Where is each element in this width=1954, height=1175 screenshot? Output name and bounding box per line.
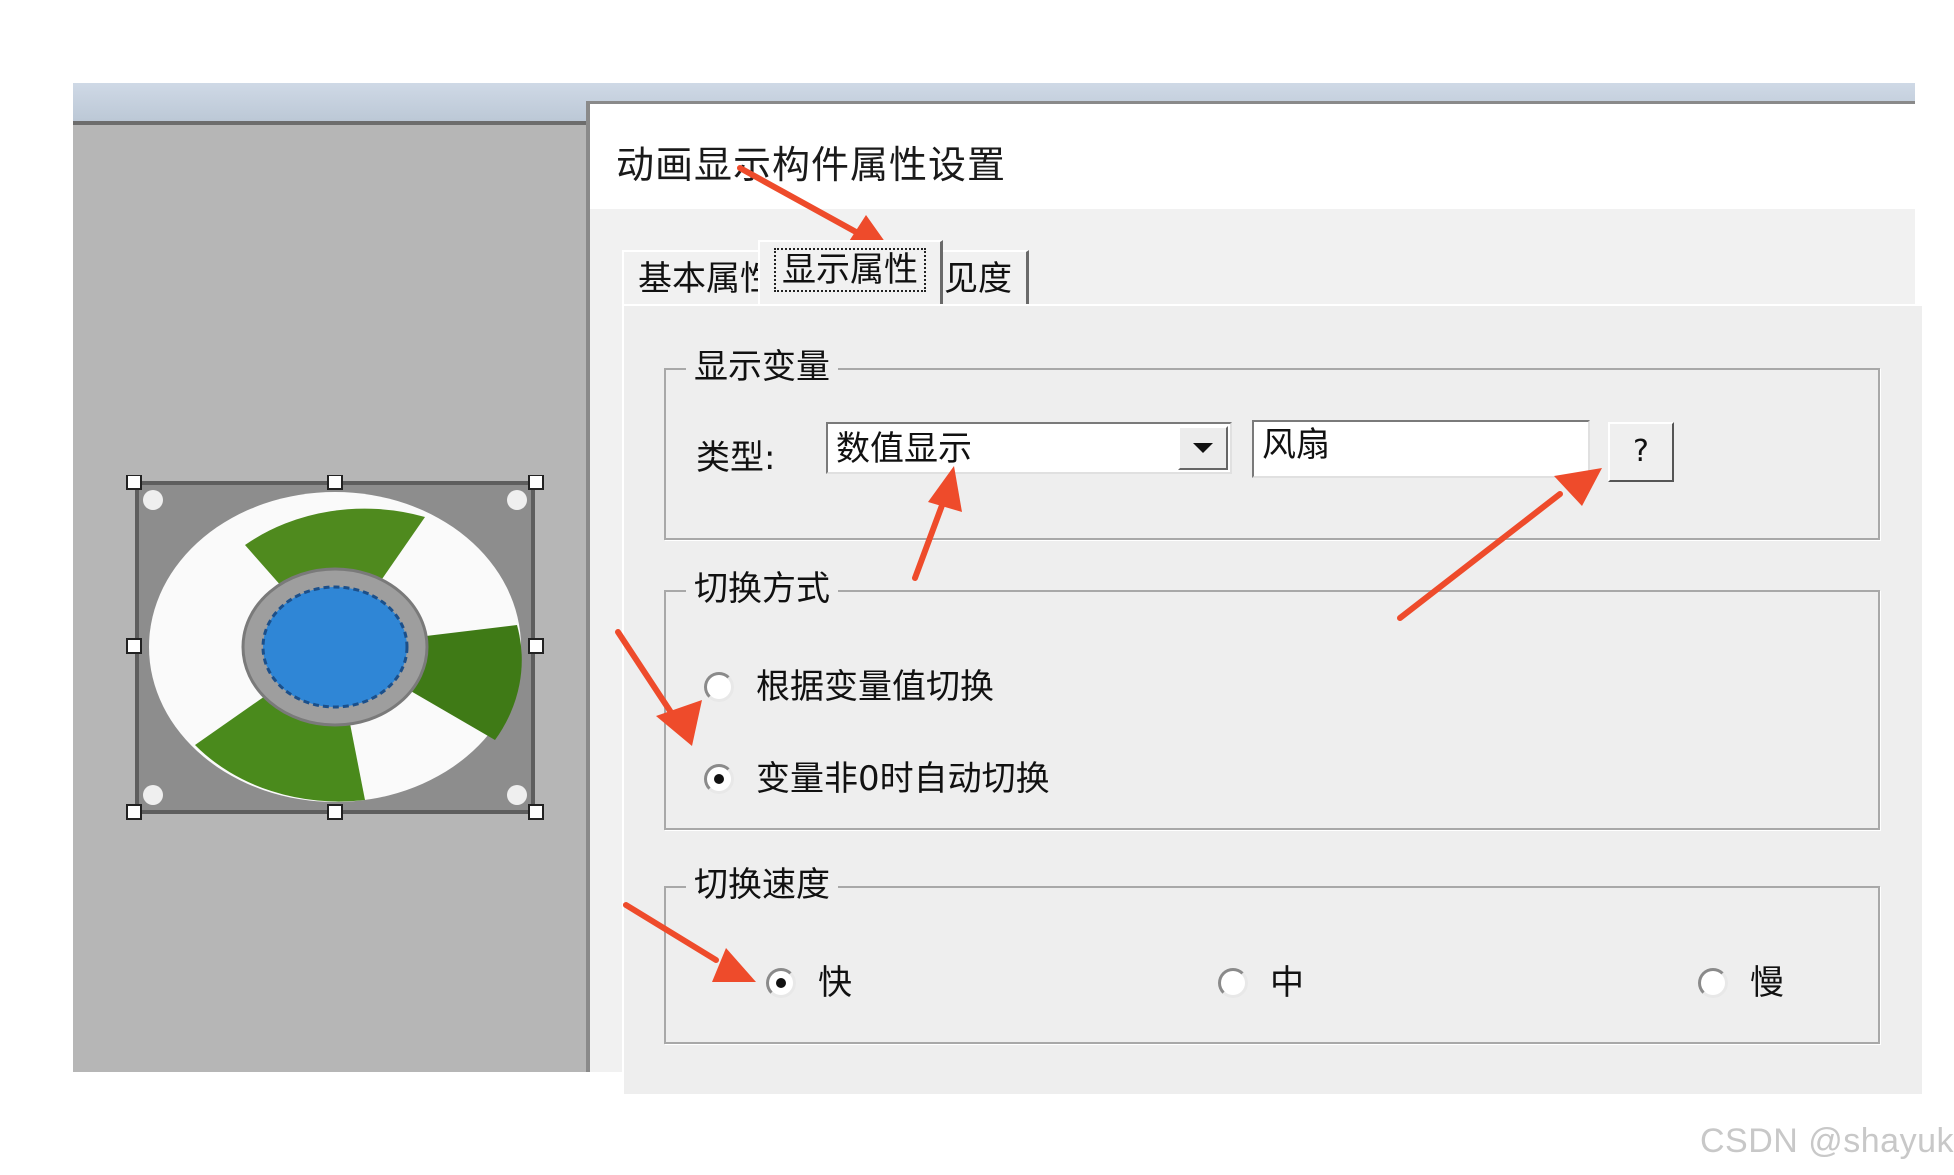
radio-circle-selected[interactable] [704, 764, 734, 794]
property-dialog: 动画显示构件属性设置 基本属性 显示属性 可见度 显示变量 类型: 数值显示 风… [586, 101, 1922, 1094]
group-display-variable: 显示变量 类型: 数值显示 风扇 ? [664, 344, 1880, 540]
tab-display-properties[interactable]: 显示属性 [758, 240, 943, 304]
fan-icon[interactable] [125, 475, 545, 820]
variable-field-value: 风扇 [1262, 425, 1330, 465]
group-switch-mode: 切换方式 根据变量值切换 变量非0时自动切换 [664, 566, 1880, 830]
screenshot-area: 动画显示构件属性设置 基本属性 显示属性 可见度 显示变量 类型: 数值显示 风… [73, 83, 1922, 1094]
group-switch-mode-legend: 切换方式 [686, 566, 838, 612]
group-switch-speed: 切换速度 快 中 慢 [664, 862, 1880, 1044]
watermark: CSDN @shayuk [1699, 1122, 1954, 1160]
dialog-header: 动画显示构件属性设置 [590, 104, 1915, 209]
radio-switch-by-value-label: 根据变量值切换 [756, 667, 994, 707]
variable-help-button[interactable]: ? [1608, 422, 1674, 482]
radio-speed-slow-label: 慢 [1750, 963, 1784, 1003]
variable-field[interactable]: 风扇 [1252, 420, 1590, 478]
group-display-variable-legend: 显示变量 [686, 344, 838, 390]
radio-auto-switch-nonzero-label: 变量非0时自动切换 [756, 759, 1050, 799]
group-switch-speed-legend: 切换速度 [686, 862, 838, 908]
radio-circle[interactable] [1698, 968, 1728, 998]
design-canvas[interactable] [73, 121, 586, 1072]
radio-speed-fast-label: 快 [818, 963, 852, 1003]
radio-speed-medium-label: 中 [1270, 963, 1304, 1003]
type-select[interactable]: 数值显示 [826, 422, 1232, 474]
radio-circle[interactable] [704, 672, 734, 702]
tab-panel-display: 显示变量 类型: 数值显示 风扇 ? 切换方式 根据变量值切换 变量非0时自动切… [622, 304, 1922, 1094]
chevron-down-icon[interactable] [1178, 426, 1228, 470]
type-label: 类型: [696, 438, 776, 478]
radio-circle-selected[interactable] [766, 968, 796, 998]
dialog-title: 动画显示构件属性设置 [616, 143, 1007, 187]
type-select-value: 数值显示 [836, 429, 972, 469]
radio-circle[interactable] [1218, 968, 1248, 998]
